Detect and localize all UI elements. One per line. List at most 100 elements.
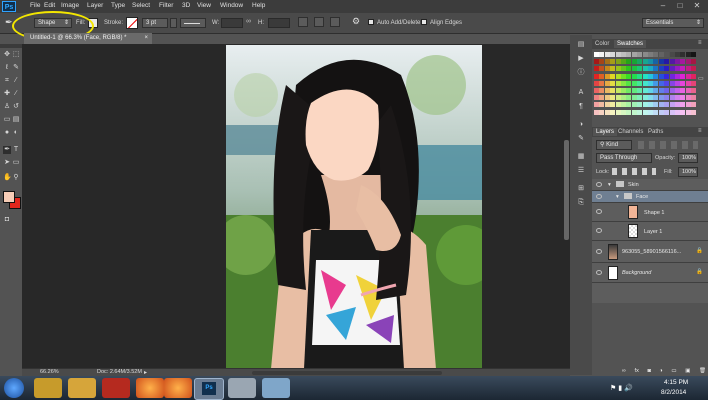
tab-layers[interactable]: Layers xyxy=(593,128,618,136)
properties-panel-icon[interactable]: ☰ xyxy=(577,167,585,175)
layer-row-shape-1[interactable]: Shape 1 xyxy=(592,203,708,222)
color-swatch[interactable] xyxy=(610,66,616,72)
panel-menu-icon[interactable]: ≡ xyxy=(698,40,702,46)
color-swatch[interactable] xyxy=(653,102,659,108)
color-swatch[interactable] xyxy=(658,80,664,86)
type-tool-icon[interactable]: T xyxy=(12,146,20,154)
color-swatch[interactable] xyxy=(594,59,599,65)
maximize-button[interactable]: □ xyxy=(673,1,687,11)
new-layer-icon[interactable]: ▣ xyxy=(685,368,690,375)
clock-date[interactable]: 8/2/2014 xyxy=(661,389,686,396)
color-swatch[interactable] xyxy=(680,80,686,86)
align-edges-checkbox[interactable] xyxy=(421,19,427,25)
color-swatch[interactable] xyxy=(637,95,643,101)
swatch-menu-icon[interactable]: ▭ xyxy=(698,75,704,82)
quick-select-tool-icon[interactable]: ✎ xyxy=(12,64,20,72)
app-taskbar-icon-3[interactable] xyxy=(262,378,290,398)
color-swatch[interactable] xyxy=(631,102,637,108)
color-swatch[interactable] xyxy=(664,88,670,93)
color-swatch[interactable] xyxy=(685,52,691,57)
menu-select[interactable]: Select xyxy=(132,2,150,9)
color-swatch[interactable] xyxy=(610,95,616,101)
color-swatch[interactable] xyxy=(599,73,605,79)
color-swatch[interactable] xyxy=(642,88,648,93)
firefox-taskbar-icon-2[interactable] xyxy=(164,378,192,398)
color-swatch[interactable] xyxy=(604,66,610,72)
menu-file[interactable]: File xyxy=(30,2,40,9)
color-swatch[interactable] xyxy=(615,88,621,93)
color-swatch[interactable] xyxy=(615,102,621,108)
close-button[interactable]: ✕ xyxy=(690,1,704,11)
color-swatch[interactable] xyxy=(685,80,691,86)
color-swatch[interactable] xyxy=(653,52,659,57)
color-swatch[interactable] xyxy=(626,102,632,108)
color-swatch[interactable] xyxy=(594,73,599,79)
color-swatch[interactable] xyxy=(675,80,680,86)
color-swatch[interactable] xyxy=(615,52,621,57)
color-swatch[interactable] xyxy=(599,66,605,72)
color-swatch[interactable] xyxy=(664,66,670,72)
color-swatch[interactable] xyxy=(642,95,648,101)
color-swatch[interactable] xyxy=(637,73,643,79)
color-swatch[interactable] xyxy=(637,88,643,93)
visibility-eye-icon[interactable] xyxy=(596,209,602,214)
blur-tool-icon[interactable]: ● xyxy=(3,129,11,137)
color-swatch[interactable] xyxy=(653,80,659,86)
color-swatch[interactable] xyxy=(648,102,653,108)
color-swatch[interactable] xyxy=(685,73,691,79)
visibility-eye-icon[interactable] xyxy=(596,228,602,233)
color-swatch[interactable] xyxy=(637,102,643,108)
trash-icon[interactable]: 🗑 xyxy=(699,368,706,375)
color-swatch[interactable] xyxy=(658,52,664,57)
link-icon[interactable]: ∞ xyxy=(246,18,251,25)
color-swatch[interactable] xyxy=(615,73,621,79)
tools-panel-grip[interactable] xyxy=(0,44,22,48)
color-swatch[interactable] xyxy=(604,88,610,93)
color-swatch[interactable] xyxy=(691,66,697,72)
workspace-dropdown[interactable]: Essentials ⇕ xyxy=(642,18,704,28)
menu-edit[interactable]: Edit xyxy=(44,2,55,9)
visibility-eye-icon[interactable] xyxy=(596,182,602,187)
start-button[interactable] xyxy=(4,378,24,398)
color-swatch[interactable] xyxy=(669,52,675,57)
color-swatch[interactable] xyxy=(675,109,680,115)
color-swatch[interactable] xyxy=(685,66,691,72)
color-swatch[interactable] xyxy=(685,59,691,65)
color-swatch[interactable] xyxy=(604,109,610,115)
quick-mask-icon[interactable]: ◘ xyxy=(3,216,11,224)
color-swatch[interactable] xyxy=(680,59,686,65)
color-swatch[interactable] xyxy=(631,109,637,115)
color-swatch[interactable] xyxy=(658,59,664,65)
color-swatch[interactable] xyxy=(691,95,697,101)
zoom-level[interactable]: 66.26% xyxy=(40,369,59,375)
color-swatch[interactable] xyxy=(594,88,599,93)
color-swatch[interactable] xyxy=(691,109,697,115)
color-swatch[interactable] xyxy=(626,52,632,57)
color-swatch[interactable] xyxy=(604,102,610,108)
menu-type[interactable]: Type xyxy=(111,2,125,9)
color-swatch[interactable] xyxy=(685,109,691,115)
color-swatch[interactable] xyxy=(691,52,697,57)
color-swatch[interactable] xyxy=(648,59,653,65)
navigator-panel-icon[interactable]: ⊞ xyxy=(577,185,585,193)
color-swatch[interactable] xyxy=(648,52,653,57)
paragraph-panel-icon[interactable]: ¶ xyxy=(577,103,585,111)
document-tab[interactable]: Untitled-1 @ 66.3% (Face, RGB/8) * × xyxy=(24,33,152,44)
color-swatch[interactable] xyxy=(685,95,691,101)
status-menu-arrow-icon[interactable]: ▸ xyxy=(144,369,147,376)
color-swatch[interactable] xyxy=(669,59,675,65)
layer-filter-icons[interactable] xyxy=(638,141,698,149)
color-swatch[interactable] xyxy=(658,73,664,79)
panel-menu-icon[interactable]: ≡ xyxy=(698,128,702,134)
pen-tool-icon[interactable]: ✒ xyxy=(3,146,11,154)
rectangle-tool-icon[interactable]: ▭ xyxy=(12,159,20,167)
path-selection-tool-icon[interactable]: ➤ xyxy=(3,159,11,167)
stroke-width-dropdown[interactable] xyxy=(170,18,177,28)
color-swatch[interactable] xyxy=(637,52,643,57)
color-swatch[interactable] xyxy=(615,59,621,65)
path-alignment-icon[interactable] xyxy=(314,17,324,27)
menu-filter[interactable]: Filter xyxy=(159,2,173,9)
menu-window[interactable]: Window xyxy=(220,2,243,9)
photoshop-taskbar-icon[interactable]: Ps xyxy=(194,378,224,400)
color-swatch[interactable] xyxy=(648,88,653,93)
